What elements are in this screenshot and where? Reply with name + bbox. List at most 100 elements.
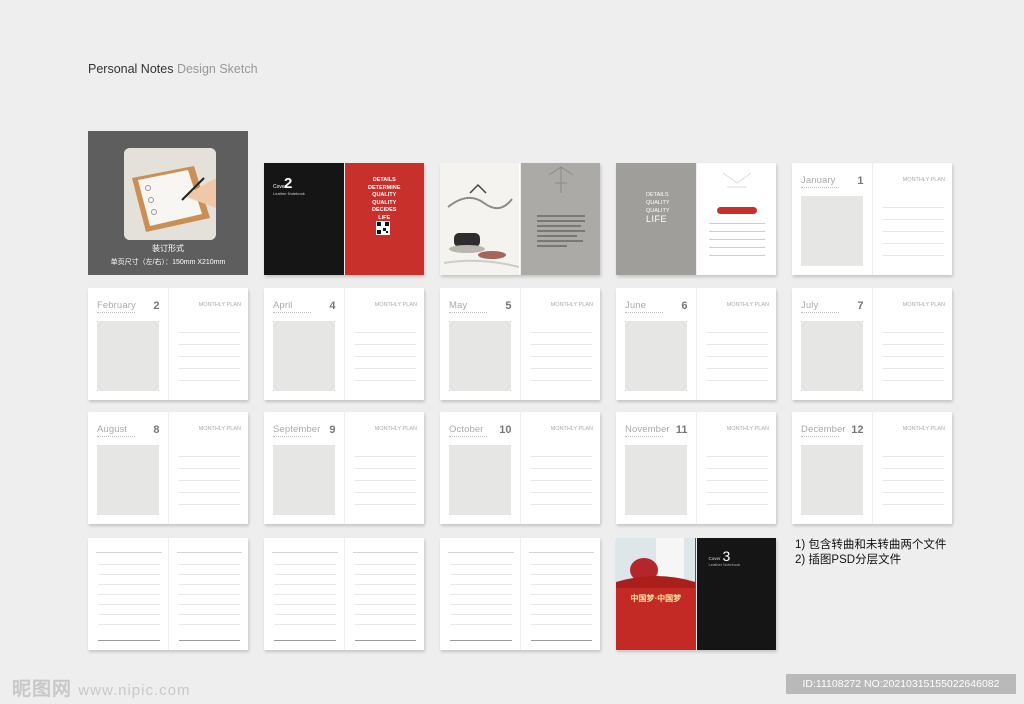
month-name: November <box>625 424 670 435</box>
slogan-line: QUALITY <box>372 199 397 206</box>
month-spread: February 2 MONTHLY PLAN <box>88 288 248 400</box>
details-line: DETAILS <box>646 192 669 198</box>
cover-2-label: Cover <box>273 184 287 190</box>
month-left-page: April 4 <box>264 288 344 400</box>
photo-placeholder <box>273 445 335 515</box>
month-name: February <box>97 300 136 311</box>
month-right-page: MONTHLY PLAN <box>520 288 600 400</box>
cover-3-spread: 中国梦·中国梦 3 Cover Leather Notebook <box>616 538 776 650</box>
details-line: LIFE <box>646 214 668 224</box>
slogan-line: QUALITY <box>372 192 397 198</box>
photo-placeholder <box>449 321 511 391</box>
photo-placeholder <box>449 445 511 515</box>
photo-placeholder <box>273 321 335 391</box>
month-name: January <box>801 175 836 186</box>
title-light: Design Sketch <box>176 62 258 76</box>
month-name: August <box>97 424 128 435</box>
month-left-page: May 5 <box>440 288 520 400</box>
notes-page <box>264 538 344 650</box>
photo-placeholder <box>97 445 159 515</box>
month-left-page: July 7 <box>792 288 872 400</box>
notes-spread-3 <box>440 538 600 650</box>
month-right-page: MONTHLY PLAN <box>872 163 952 275</box>
monthly-plan-label: MONTHLY PLAN <box>374 302 417 308</box>
month-left-page: January 1 <box>792 163 872 275</box>
month-name: October <box>449 424 484 435</box>
month-right-page: MONTHLY PLAN <box>696 288 776 400</box>
page-title: Personal Notes Design Sketch <box>88 62 258 76</box>
slogan-line: DETERMINE <box>368 184 401 191</box>
photo-placeholder <box>801 196 863 266</box>
binder-photo <box>124 148 216 240</box>
cover-2-front: DETAILS DETERMINE QUALITY QUALITY DECIDE… <box>344 163 425 275</box>
binding-panel: 装订形式 单页尺寸（左/右）：150mm X210mm <box>88 131 248 275</box>
slogan-line: DETAILS <box>372 177 396 183</box>
watermark-url: www.nipic.com <box>78 682 191 699</box>
month-number: 7 <box>857 300 864 312</box>
month-spread: November 11 MONTHLY PLAN <box>616 412 776 524</box>
cover-3-front: 中国梦·中国梦 <box>616 538 696 650</box>
slogan-line: DECIDES <box>372 207 397 213</box>
month-spread: January 1 MONTHLY PLAN <box>792 163 952 275</box>
month-left-page: February 2 <box>88 288 168 400</box>
month-spread: June 6 MONTHLY PLAN <box>616 288 776 400</box>
notes-spread-2 <box>264 538 424 650</box>
file-note: 2) 插图PSD分层文件 <box>795 554 902 566</box>
month-spread: April 4 MONTHLY PLAN <box>264 288 424 400</box>
month-left-page: August 8 <box>88 412 168 524</box>
watermark: 昵图网 www.nipic.com <box>12 674 191 701</box>
cover-3-back: 3 Cover Leather Notebook <box>696 538 776 650</box>
photo-placeholder <box>801 445 863 515</box>
month-left-page: October 10 <box>440 412 520 524</box>
notes-page <box>520 538 600 650</box>
month-left-page: September 9 <box>264 412 344 524</box>
notes-page <box>88 538 168 650</box>
cover-2-slogan: DETAILS DETERMINE QUALITY QUALITY DECIDE… <box>345 177 425 222</box>
notes-spread-1 <box>88 538 248 650</box>
month-spread: October 10 MONTHLY PLAN <box>440 412 600 524</box>
month-number: 10 <box>499 424 512 436</box>
monthly-plan-label: MONTHLY PLAN <box>726 426 769 432</box>
cover-2-back: 2 Cover Leather Notebook <box>264 163 344 275</box>
month-number: 12 <box>851 424 864 436</box>
month-spread: July 7 MONTHLY PLAN <box>792 288 952 400</box>
month-right-page: MONTHLY PLAN <box>872 412 952 524</box>
month-name: September <box>273 424 321 435</box>
details-text: DETAILS QUALITY QUALITY LIFE <box>646 191 670 224</box>
cover-2-spread: 2 Cover Leather Notebook DETAILS DETERMI… <box>264 163 424 275</box>
file-notes: 1) 包含转曲和未转曲两个文件 2) 插图PSD分层文件 <box>795 538 946 568</box>
monthly-plan-label: MONTHLY PLAN <box>198 426 241 432</box>
photo-placeholder <box>625 445 687 515</box>
month-spread: September 9 MONTHLY PLAN <box>264 412 424 524</box>
month-number: 6 <box>681 300 688 312</box>
notes-page <box>344 538 424 650</box>
notes-page <box>168 538 248 650</box>
binding-caption-1: 装订形式 <box>152 244 184 253</box>
photo-placeholder <box>97 321 159 391</box>
month-name: December <box>801 424 846 435</box>
profile-page <box>696 163 776 275</box>
photo-placeholder <box>801 321 863 391</box>
month-number: 9 <box>329 424 336 436</box>
qr-code-icon <box>375 221 390 235</box>
month-left-page: November 11 <box>616 412 696 524</box>
cover-3-label: Cover <box>708 556 721 561</box>
details-page: DETAILS QUALITY QUALITY LIFE <box>616 163 696 275</box>
month-name: May <box>449 300 468 311</box>
monthly-plan-label: MONTHLY PLAN <box>726 302 769 308</box>
cover-3-headline: 中国梦·中国梦 <box>630 593 682 603</box>
id-bar: ID:11108272 NO:20210315155022646082 <box>786 674 1016 694</box>
month-right-page: MONTHLY PLAN <box>168 412 248 524</box>
details-spread: DETAILS QUALITY QUALITY LIFE <box>616 163 776 275</box>
notes-page <box>440 538 520 650</box>
month-number: 2 <box>153 300 160 312</box>
month-number: 4 <box>329 300 336 312</box>
month-right-page: MONTHLY PLAN <box>872 288 952 400</box>
monthly-plan-label: MONTHLY PLAN <box>902 302 945 308</box>
month-number: 11 <box>675 424 688 436</box>
month-spread: May 5 MONTHLY PLAN <box>440 288 600 400</box>
monthly-plan-label: MONTHLY PLAN <box>902 426 945 432</box>
month-number: 8 <box>153 424 160 436</box>
monthly-plan-label: MONTHLY PLAN <box>374 426 417 432</box>
monthly-plan-label: MONTHLY PLAN <box>550 426 593 432</box>
